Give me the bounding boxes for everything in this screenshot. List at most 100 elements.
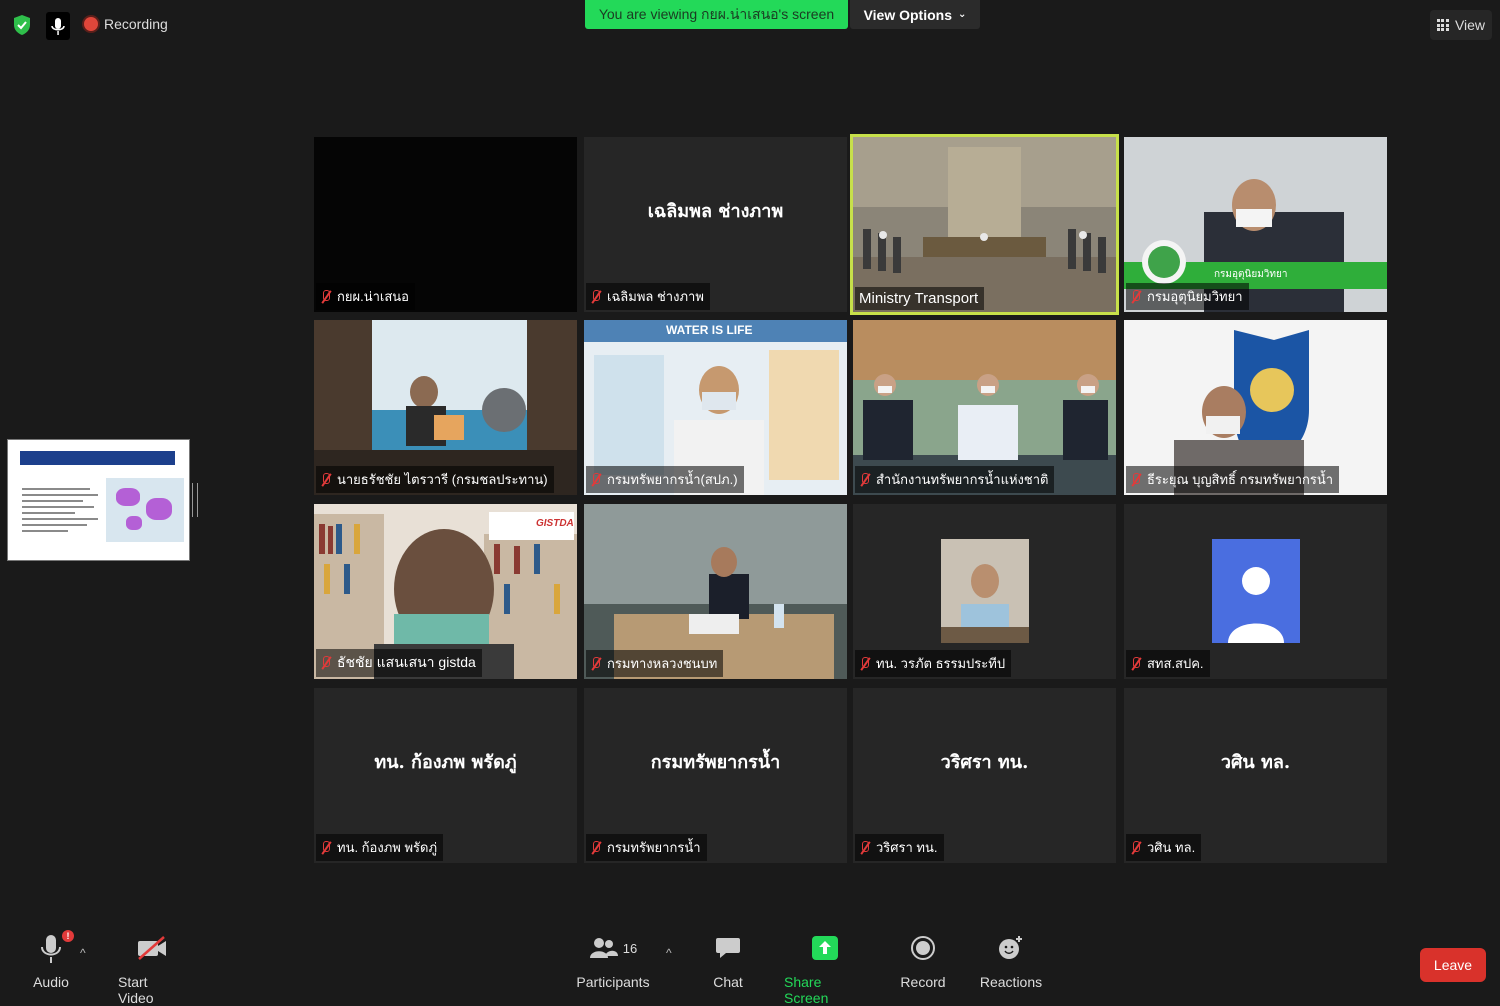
participant-tile[interactable]: สำนักงานทรัพยากรน้ำแห่งชาติ bbox=[853, 320, 1116, 495]
mic-muted-icon bbox=[320, 472, 332, 487]
reactions-label: Reactions bbox=[979, 974, 1043, 990]
microphone-icon: ! bbox=[38, 928, 74, 968]
gistda-logo-text: GISTDA bbox=[536, 518, 574, 529]
record-icon bbox=[910, 928, 936, 968]
participants-button[interactable]: 16 Participants bbox=[576, 928, 650, 990]
thumbnail-resize-handle[interactable] bbox=[192, 483, 198, 517]
mic-muted-icon bbox=[590, 840, 602, 855]
chat-label: Chat bbox=[713, 974, 743, 990]
mic-muted-icon bbox=[859, 840, 871, 855]
mic-muted-icon bbox=[859, 472, 871, 487]
participant-tile[interactable]: กรมอุตุนิยมวิทยา กรมอุตุนิยมวิทยา bbox=[1124, 137, 1387, 312]
participant-name-label: กยผ.น่าเสนอ bbox=[316, 283, 415, 310]
participant-tile[interactable]: วริศรา ทน. วริศรา ทน. bbox=[853, 688, 1116, 863]
participant-name-label: ทน. วรภัต ธรรมประทีป bbox=[855, 650, 1012, 677]
participant-tile[interactable]: เฉลิมพล ช่างภาพ เฉลิมพล ช่างภาพ bbox=[584, 137, 847, 312]
participants-icon: 16 bbox=[589, 928, 637, 968]
mic-muted-icon bbox=[590, 656, 602, 671]
participant-display-name: ทน. ก้องภพ พรัดภู่ bbox=[374, 752, 517, 773]
participant-display-name: กรมทรัพยากรน้ำ bbox=[650, 752, 781, 773]
recording-label: Recording bbox=[104, 16, 168, 32]
mic-muted-icon bbox=[590, 289, 602, 304]
audio-button[interactable]: ! Audio bbox=[30, 928, 74, 990]
video-off-icon bbox=[136, 928, 168, 968]
mic-muted-icon bbox=[590, 472, 602, 487]
share-screen-icon bbox=[811, 928, 839, 968]
mic-muted-icon bbox=[320, 840, 332, 855]
participant-name-label: วศิน ทล. bbox=[1126, 834, 1202, 861]
default-avatar-icon bbox=[1212, 539, 1300, 643]
mic-status-icon[interactable] bbox=[46, 12, 70, 40]
participant-tile[interactable]: กรมทางหลวงชนบท bbox=[584, 504, 847, 679]
participant-display-name: เฉลิมพล ช่างภาพ bbox=[647, 201, 784, 222]
participants-count: 16 bbox=[622, 940, 638, 956]
view-options-button[interactable]: View Options ⌄ bbox=[850, 0, 980, 29]
mic-muted-icon bbox=[320, 656, 332, 670]
participant-name-label: สำนักงานทรัพยากรน้ำแห่งชาติ bbox=[855, 466, 1055, 493]
participant-tile[interactable]: GISTDA ธัชชัย แสนเสนา gistda bbox=[314, 504, 577, 679]
top-bar: Recording You are viewing กยผ.น่าเสนอ's … bbox=[0, 0, 1500, 52]
view-options-label: View Options bbox=[863, 6, 953, 23]
participant-profile-photo bbox=[941, 539, 1029, 643]
department-banner-text: กรมอุตุนิยมวิทยา bbox=[1214, 269, 1288, 280]
participant-tile[interactable]: ทน. วรภัต ธรรมประทีป bbox=[853, 504, 1116, 679]
mic-muted-icon bbox=[1130, 656, 1142, 671]
mic-muted-icon bbox=[1130, 289, 1142, 304]
slide-title-bar bbox=[20, 451, 175, 465]
conference-room-video bbox=[853, 137, 1116, 312]
participant-name-label: ทน. ก้องภพ พรัดภู่ bbox=[316, 834, 444, 861]
start-video-button[interactable]: Start Video bbox=[118, 928, 186, 1006]
participant-tile[interactable]: ทน. ก้องภพ พรัดภู่ ทน. ก้องภพ พรัดภู่ bbox=[314, 688, 577, 863]
view-button[interactable]: View bbox=[1430, 10, 1492, 40]
record-button[interactable]: Record bbox=[900, 928, 946, 990]
record-label: Record bbox=[900, 974, 946, 990]
start-video-label: Start Video bbox=[118, 974, 154, 1006]
participant-tile[interactable]: สทส.สปค. bbox=[1124, 504, 1387, 679]
audio-alert-badge: ! bbox=[62, 930, 74, 942]
participant-tile[interactable]: กรมทรัพยากรน้ำ กรมทรัพยากรน้ำ bbox=[584, 688, 847, 863]
mic-muted-icon bbox=[1130, 840, 1142, 855]
participant-tile[interactable]: WATER IS LIFE กรมทรัพยากรน้ำ(สปภ.) bbox=[584, 320, 847, 495]
participant-name-label: กรมทรัพยากรน้ำ(สปภ.) bbox=[586, 466, 744, 493]
participant-name-label: เฉลิมพล ช่างภาพ bbox=[586, 283, 710, 310]
meeting-toolbar: ! Audio ^ Start Video 16 Participants ^ … bbox=[0, 928, 1500, 1006]
participants-label: Participants bbox=[576, 974, 650, 990]
shared-screen-thumbnail[interactable] bbox=[7, 439, 190, 561]
active-speaker-tile[interactable]: Ministry Transport bbox=[850, 134, 1119, 315]
share-screen-label: Share Screen bbox=[784, 974, 829, 1006]
chat-bubble-icon bbox=[715, 928, 741, 968]
leave-button[interactable]: Leave bbox=[1420, 948, 1486, 982]
record-dot-icon bbox=[84, 17, 98, 31]
participant-name-label: Ministry Transport bbox=[855, 287, 985, 310]
security-shield-icon[interactable] bbox=[12, 14, 32, 36]
mic-muted-icon bbox=[859, 656, 871, 671]
recording-indicator[interactable]: Recording bbox=[84, 16, 168, 32]
participant-display-name: วศิน ทล. bbox=[1220, 752, 1291, 773]
audio-options-caret-icon[interactable]: ^ bbox=[80, 946, 86, 960]
participant-tile[interactable]: นายธรัชชัย ไตรวารี (กรมชลประทาน) bbox=[314, 320, 577, 495]
slide-text-lines bbox=[22, 488, 98, 536]
participant-name-label: สทส.สปค. bbox=[1126, 650, 1210, 677]
participant-name-label: กรมอุตุนิยมวิทยา bbox=[1126, 283, 1249, 310]
participant-name-label: วริศรา ทน. bbox=[855, 834, 944, 861]
participant-name-label: กรมทางหลวงชนบท bbox=[586, 650, 724, 677]
participant-name-label: ธีระยุณ บุญสิทธิ์ กรมทรัพยากรน้ำ bbox=[1126, 466, 1340, 493]
participant-tile[interactable]: กยผ.น่าเสนอ bbox=[314, 137, 577, 312]
view-label: View bbox=[1454, 17, 1486, 33]
reactions-button[interactable]: Reactions bbox=[980, 928, 1042, 990]
chevron-down-icon: ⌄ bbox=[958, 9, 967, 20]
participant-tile[interactable]: วศิน ทล. วศิน ทล. bbox=[1124, 688, 1387, 863]
slide-map-image bbox=[106, 478, 184, 542]
participant-name-label: นายธรัชชัย ไตรวารี (กรมชลประทาน) bbox=[316, 466, 554, 493]
participant-tile[interactable]: ธีระยุณ บุญสิทธิ์ กรมทรัพยากรน้ำ bbox=[1124, 320, 1387, 495]
participant-name-label: ธัชชัย แสนเสนา gistda bbox=[316, 649, 482, 677]
participant-name-label: กรมทรัพยากรน้ำ bbox=[586, 834, 707, 861]
mic-muted-icon bbox=[320, 289, 332, 304]
participants-options-caret-icon[interactable]: ^ bbox=[666, 946, 672, 960]
viewing-screen-banner: You are viewing กยผ.น่าเสนอ's screen bbox=[585, 0, 848, 29]
chat-button[interactable]: Chat bbox=[708, 928, 748, 990]
audio-label: Audio bbox=[33, 974, 69, 990]
share-screen-button[interactable]: Share Screen bbox=[784, 928, 866, 1006]
poster-title-text: WATER IS LIFE bbox=[666, 323, 753, 337]
mic-muted-icon bbox=[1130, 472, 1142, 487]
